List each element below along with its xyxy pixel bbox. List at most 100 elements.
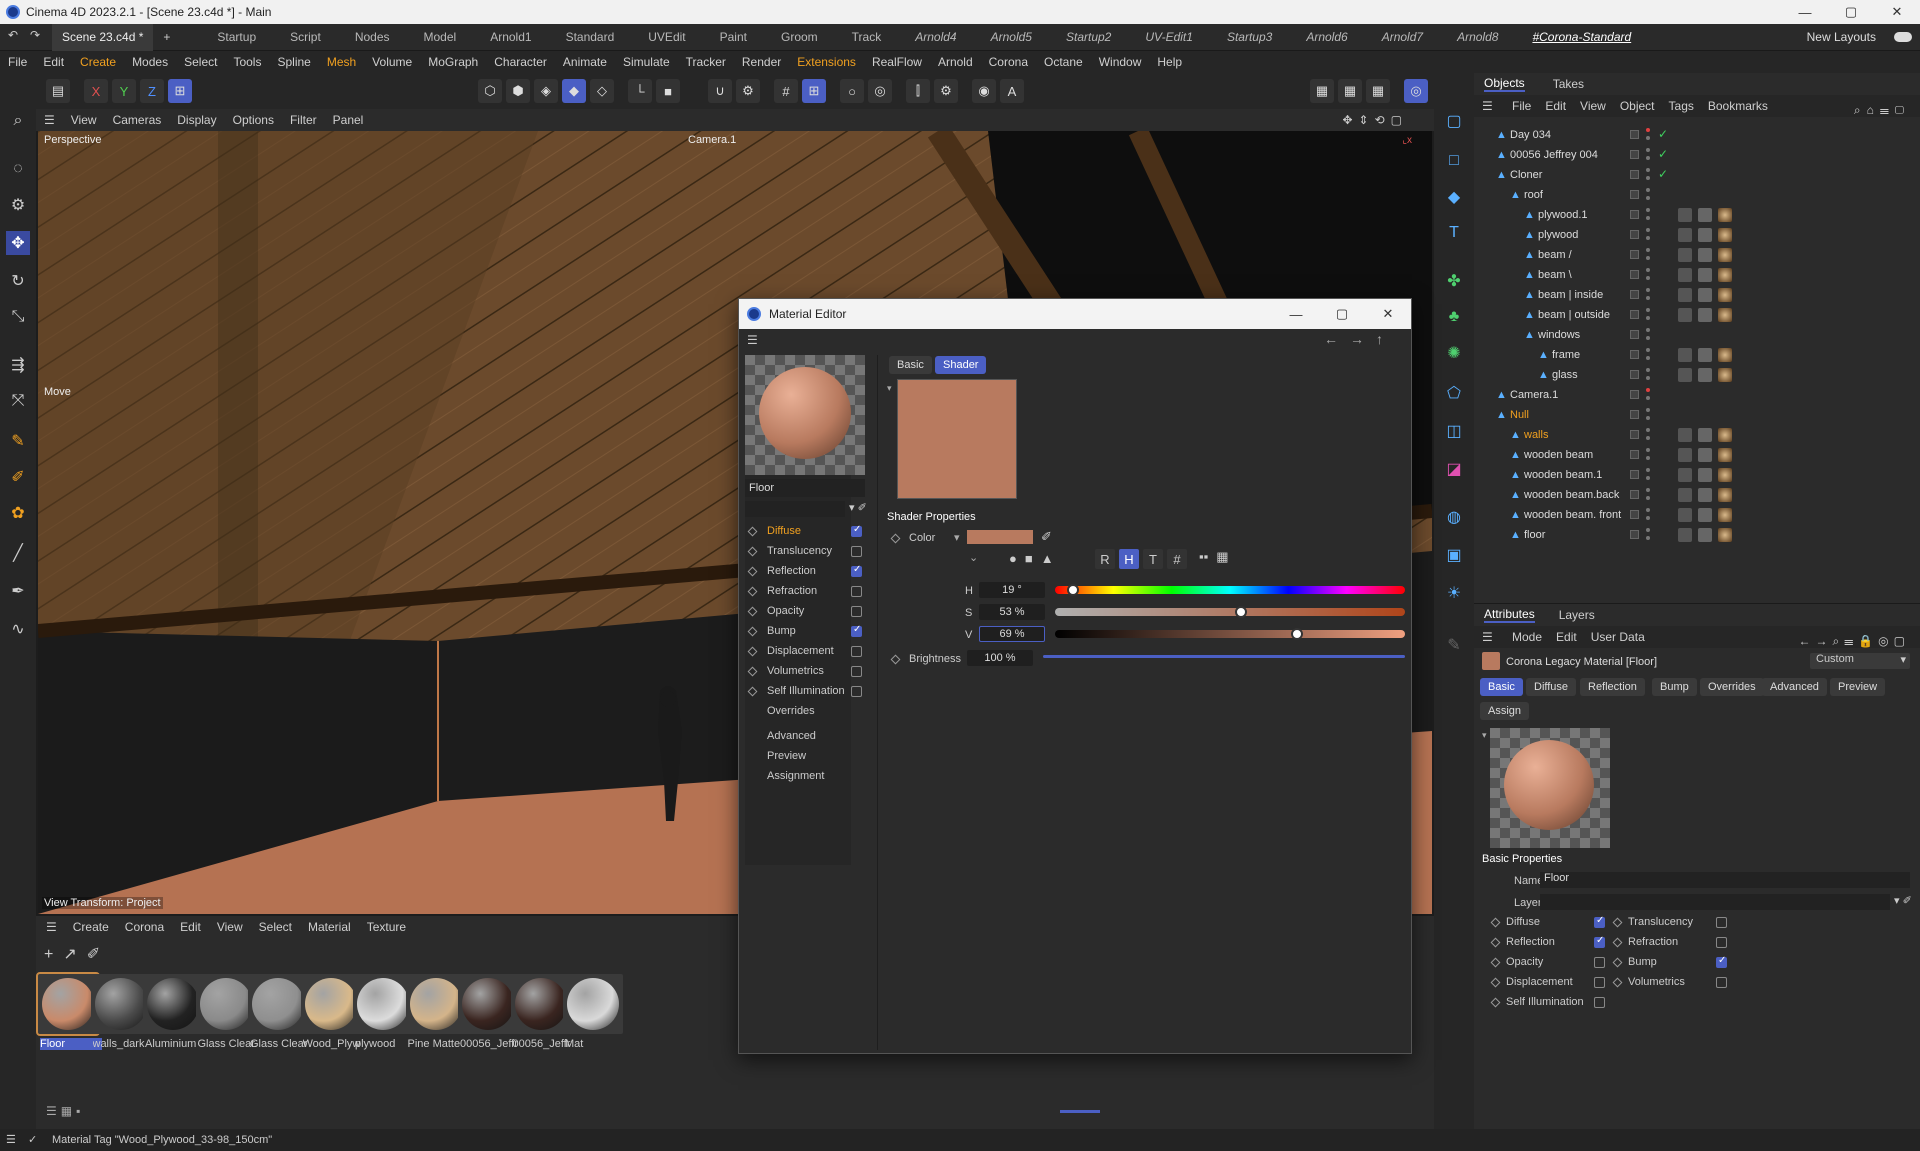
menu-item[interactable]: Spline: [277, 55, 310, 69]
edit-toggle[interactable]: [1630, 190, 1639, 199]
material-tag-icon[interactable]: [1718, 288, 1732, 302]
cube-icon[interactable]: ▢: [1442, 109, 1466, 133]
uv-tag-icon[interactable]: [1698, 268, 1712, 282]
edit-toggle[interactable]: [1630, 450, 1639, 459]
matmgr-menu-item[interactable]: Corona: [125, 920, 164, 934]
layout-toggle[interactable]: [1894, 32, 1912, 42]
edit-toggle[interactable]: [1630, 130, 1639, 139]
attribute-tab[interactable]: Bump: [1652, 678, 1697, 696]
visibility-dots[interactable]: [1646, 168, 1650, 172]
uv-tag-icon[interactable]: [1698, 508, 1712, 522]
me-channel-checkbox[interactable]: [851, 564, 862, 577]
render-dot[interactable]: [1646, 296, 1650, 300]
environment-icon[interactable]: ◍: [1442, 505, 1466, 529]
uv-tag-icon[interactable]: [1698, 468, 1712, 482]
visibility-dots[interactable]: [1646, 128, 1650, 132]
uv-tag-icon[interactable]: [1698, 208, 1712, 222]
edit-toggle[interactable]: [1630, 250, 1639, 259]
edit-toggle[interactable]: [1630, 430, 1639, 439]
generator-icon[interactable]: ✤: [1442, 269, 1466, 293]
me-channel-label[interactable]: Volumetrics: [767, 665, 824, 677]
menu-item[interactable]: Arnold: [938, 55, 973, 69]
me-channel-checkbox[interactable]: [851, 666, 862, 677]
hue-slider[interactable]: [1055, 586, 1405, 594]
viewport-nav-icons[interactable]: ✥⇕⟲▢: [1342, 113, 1408, 127]
transfer-tool-icon[interactable]: ⇶: [6, 353, 30, 377]
axis-mode-icon[interactable]: └: [628, 79, 652, 103]
me-tab-basic[interactable]: Basic: [889, 356, 932, 374]
render-dot[interactable]: [1646, 416, 1650, 420]
channel-checkbox[interactable]: [1716, 977, 1727, 988]
object-row[interactable]: ▲ Null: [1474, 405, 1920, 425]
me-extra-section[interactable]: Preview: [767, 750, 806, 762]
me-close-button[interactable]: ✕: [1365, 299, 1411, 329]
rotate-tool-icon[interactable]: ↻: [6, 269, 30, 293]
minimize-button[interactable]: —: [1782, 0, 1828, 24]
polygons-mode-icon[interactable]: ◈: [534, 79, 558, 103]
matmgr-menu-item[interactable]: Select: [259, 920, 292, 934]
objects-hamburger-icon[interactable]: ☰: [1482, 99, 1493, 113]
texture-tag-icon[interactable]: [1678, 268, 1692, 282]
object-row[interactable]: ▲ beam | inside: [1474, 285, 1920, 305]
edit-toggle[interactable]: [1630, 390, 1639, 399]
new-layouts-label[interactable]: New Layouts: [1807, 30, 1876, 44]
matmgr-menu-item[interactable]: Material: [308, 920, 351, 934]
attributes-header-icons[interactable]: ←→⌕☰🔒◎▢: [1799, 634, 1910, 649]
me-channel-label[interactable]: Bump: [767, 625, 796, 637]
me-channel-checkbox[interactable]: [851, 686, 862, 697]
s-field[interactable]: 53 %: [979, 604, 1045, 620]
v-field[interactable]: 69 %: [979, 626, 1045, 642]
layout-tab[interactable]: Track: [835, 30, 899, 44]
mixer-icons[interactable]: ▪▪ ▦: [1199, 549, 1229, 565]
x-axis-button[interactable]: X: [84, 79, 108, 103]
points-mode-icon[interactable]: ⬡: [478, 79, 502, 103]
render-dot[interactable]: [1646, 216, 1650, 220]
uv-tag-icon[interactable]: [1698, 248, 1712, 262]
me-channel-checkbox[interactable]: [851, 606, 862, 617]
move-tool-icon[interactable]: ✥: [6, 231, 30, 255]
uv-mode-icon[interactable]: ◇: [590, 79, 614, 103]
placement-tool-icon[interactable]: ⤧: [6, 389, 30, 413]
visibility-dots[interactable]: [1646, 368, 1650, 372]
menu-item[interactable]: File: [8, 55, 27, 69]
visibility-dots[interactable]: [1646, 328, 1650, 332]
layout-tab[interactable]: Arnold8: [1440, 30, 1515, 44]
menu-item[interactable]: Mesh: [327, 55, 356, 69]
visibility-dots[interactable]: [1646, 428, 1650, 432]
material-thumbnail[interactable]: [458, 974, 518, 1034]
texture-tag-icon[interactable]: [1678, 288, 1692, 302]
document-tab[interactable]: Scene 23.c4d *: [52, 23, 154, 51]
color-mode-button[interactable]: R: [1095, 549, 1115, 569]
material-tag-icon[interactable]: [1718, 508, 1732, 522]
viewport-menu-item[interactable]: Display: [177, 113, 216, 127]
render-dot[interactable]: [1646, 316, 1650, 320]
layout-tab[interactable]: Startup3: [1210, 30, 1289, 44]
eyedropper-icon[interactable]: ✐: [1041, 529, 1052, 545]
material-tag-icon[interactable]: [1718, 368, 1732, 382]
menu-item[interactable]: Window: [1099, 55, 1142, 69]
material-thumbnail[interactable]: [563, 974, 623, 1034]
objects-menu-item[interactable]: Object: [1620, 99, 1655, 113]
material-thumbnail[interactable]: [405, 974, 466, 1034]
render-dot[interactable]: [1646, 496, 1650, 500]
status-menu-icon[interactable]: ☰: [6, 1133, 16, 1146]
attributes-menu-item[interactable]: Edit: [1556, 630, 1577, 644]
texture-tag-icon[interactable]: [1678, 308, 1692, 322]
material-tag-icon[interactable]: [1718, 228, 1732, 242]
matmgr-hamburger-icon[interactable]: ☰: [46, 920, 57, 934]
channel-checkbox[interactable]: [1594, 935, 1605, 948]
visibility-dots[interactable]: [1646, 348, 1650, 352]
menu-item[interactable]: Modes: [132, 55, 168, 69]
keyframe-diamond-icon[interactable]: [747, 586, 758, 597]
keyframe-diamond-icon[interactable]: [1612, 937, 1623, 948]
measure-icon[interactable]: ∿: [6, 617, 30, 641]
channel-checkbox[interactable]: [1716, 937, 1727, 948]
edit-toggle[interactable]: [1630, 350, 1639, 359]
thumbnail-size-slider[interactable]: [1060, 1110, 1100, 1113]
object-row[interactable]: ▲ wooden beam. front: [1474, 505, 1920, 525]
matmgr-menu-item[interactable]: View: [217, 920, 243, 934]
visibility-dots[interactable]: [1646, 148, 1650, 152]
object-row[interactable]: ▲ Camera.1: [1474, 385, 1920, 405]
me-maximize-button[interactable]: ▢: [1319, 299, 1365, 329]
viewport-menu-item[interactable]: Filter: [290, 113, 317, 127]
